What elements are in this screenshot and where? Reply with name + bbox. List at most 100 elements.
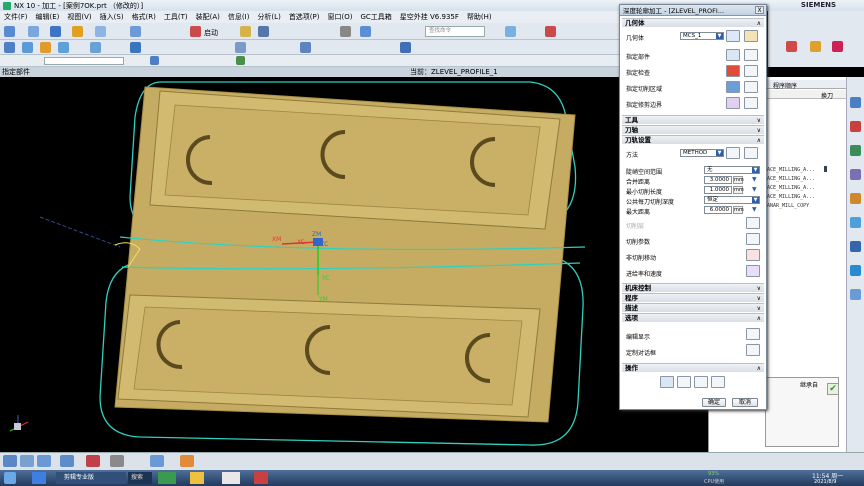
select-trim-icon[interactable] <box>726 97 740 109</box>
section-actions[interactable]: 操作 ∧ <box>622 363 764 372</box>
wcs-icon[interactable] <box>86 455 100 467</box>
snap-icon[interactable] <box>150 56 159 65</box>
menu-view[interactable]: 视图(V) <box>67 12 91 22</box>
palette-tab-icon[interactable] <box>850 289 861 300</box>
copy-icon[interactable] <box>95 26 106 37</box>
custom-dialog-icon[interactable] <box>746 344 760 356</box>
menu-analysis[interactable]: 分析(L) <box>257 12 280 22</box>
depth-per-cut-select[interactable]: 恒定 ▼ <box>704 196 760 204</box>
menu-help[interactable]: 帮助(H) <box>467 12 492 22</box>
layer-icon[interactable] <box>150 455 164 467</box>
post-process-icon[interactable] <box>235 42 246 53</box>
merge-unit[interactable]: mm <box>733 176 744 184</box>
min-cut-length-input[interactable]: 1.0000 <box>704 186 732 194</box>
snap-point-icon[interactable] <box>110 455 124 467</box>
surface-icon[interactable] <box>810 41 821 52</box>
display-trim-icon[interactable] <box>744 97 758 109</box>
cancel-button[interactable]: 取消 <box>732 398 758 407</box>
new-icon[interactable] <box>4 26 15 37</box>
section-path-settings[interactable]: 刀轨设置 ∧ <box>622 135 764 144</box>
menu-insert[interactable]: 插入(S) <box>100 12 124 22</box>
cut-params-icon[interactable] <box>746 233 760 245</box>
web-tab-icon[interactable] <box>850 193 861 204</box>
cut-layers-icon[interactable] <box>746 217 760 229</box>
ok-button[interactable]: 确定 <box>702 398 726 407</box>
display-check-icon[interactable] <box>744 65 758 77</box>
edit-display-icon[interactable] <box>746 328 760 340</box>
display-icon[interactable] <box>400 42 411 53</box>
max-distance-unit[interactable]: mm <box>733 206 744 214</box>
fit-icon[interactable] <box>3 455 17 467</box>
create-tool-icon[interactable] <box>22 42 33 53</box>
dropdown-arrow-icon[interactable]: ▼ <box>752 186 757 193</box>
start-label[interactable]: 启动 <box>204 28 218 38</box>
taskbar-search-button[interactable]: 搜索 <box>128 472 152 484</box>
history-tab-icon[interactable] <box>850 217 861 228</box>
check-icon[interactable]: ✔ <box>827 383 839 395</box>
sync-icon[interactable] <box>832 41 843 52</box>
close-part-icon[interactable] <box>340 26 351 37</box>
method-select[interactable]: METHOD ▼ <box>680 149 724 157</box>
windows-start-icon[interactable] <box>4 472 16 484</box>
nav-row-3[interactable]: ACE_MILLING_A... <box>767 185 815 191</box>
navigator-tab-icon[interactable] <box>850 97 861 108</box>
verify-icon[interactable] <box>130 42 141 53</box>
new-method-icon[interactable] <box>726 147 740 159</box>
start-icon[interactable] <box>190 26 201 37</box>
display-part-icon[interactable] <box>744 49 758 61</box>
role-tab-icon[interactable] <box>850 265 861 276</box>
type-filter-select[interactable] <box>44 57 124 65</box>
help-icon[interactable] <box>545 26 556 37</box>
system-tab-icon[interactable] <box>850 241 861 252</box>
verify-path-icon[interactable] <box>694 376 708 388</box>
create-method-icon[interactable] <box>58 42 69 53</box>
taskbar-folder-icon[interactable] <box>190 472 204 484</box>
feature-icon[interactable] <box>786 41 797 52</box>
select-all-icon[interactable] <box>236 56 245 65</box>
folder-icon[interactable] <box>240 26 251 37</box>
graphics-viewport[interactable]: XM XC ZM ZC YC YM <box>0 77 620 452</box>
open-icon[interactable] <box>28 26 39 37</box>
list-path-icon[interactable] <box>711 376 725 388</box>
save-icon[interactable] <box>50 26 61 37</box>
zoom-icon[interactable] <box>20 455 34 467</box>
rotate-icon[interactable] <box>60 455 74 467</box>
geometry-tab-icon[interactable] <box>850 145 861 156</box>
section-machine-control[interactable]: 机床控制 ∨ <box>622 283 764 292</box>
display-cut-area-icon[interactable] <box>744 81 758 93</box>
taskbar-nx-icon[interactable] <box>222 472 240 484</box>
select-part-icon[interactable] <box>726 49 740 61</box>
generate-path-icon[interactable] <box>90 42 101 53</box>
menu-window[interactable]: 窗口(O) <box>328 12 353 22</box>
taskbar-clip-app[interactable]: 剪辑专业版 <box>56 472 126 484</box>
section-description[interactable]: 描述 ∨ <box>622 303 764 312</box>
menu-format[interactable]: 格式(R) <box>132 12 156 22</box>
taskbar-browser-icon[interactable] <box>32 472 46 484</box>
min-cut-unit[interactable]: mm <box>733 186 744 194</box>
menu-edit[interactable]: 编辑(E) <box>36 12 60 22</box>
undo-icon[interactable] <box>360 26 371 37</box>
menu-assembly[interactable]: 装配(A) <box>196 12 220 22</box>
merge-distance-input[interactable]: 3.0000 <box>704 176 732 184</box>
dropdown-arrow-icon[interactable]: ▼ <box>752 176 757 183</box>
generate-icon[interactable] <box>660 376 674 388</box>
disk-icon[interactable] <box>258 26 269 37</box>
non-cut-moves-icon[interactable] <box>746 249 760 261</box>
dialog-titlebar[interactable]: 深度轮廓加工 - [ZLEVEL_PROFI... <box>620 5 766 16</box>
menu-tools[interactable]: 工具(T) <box>164 12 188 22</box>
dropdown-arrow-icon[interactable]: ▼ <box>752 206 757 213</box>
section-tool[interactable]: 工具 ∨ <box>622 115 764 124</box>
replay-icon[interactable] <box>677 376 691 388</box>
menu-file[interactable]: 文件(F) <box>4 12 28 22</box>
machine-tab-icon[interactable] <box>850 121 861 132</box>
select-check-icon[interactable] <box>726 65 740 77</box>
menu-info[interactable]: 信息(I) <box>228 12 250 22</box>
geometry-select[interactable]: MCS_1 ▼ <box>680 32 724 40</box>
taskbar-media-icon[interactable] <box>158 472 176 484</box>
method-tab-icon[interactable] <box>850 169 861 180</box>
render-icon[interactable] <box>180 455 194 467</box>
edit-geometry-icon[interactable] <box>744 30 758 42</box>
part-icon[interactable] <box>72 26 83 37</box>
nav-row-2[interactable]: ACE_MILLING_A... <box>767 176 815 182</box>
steep-range-select[interactable]: 无 ▼ <box>704 166 760 174</box>
